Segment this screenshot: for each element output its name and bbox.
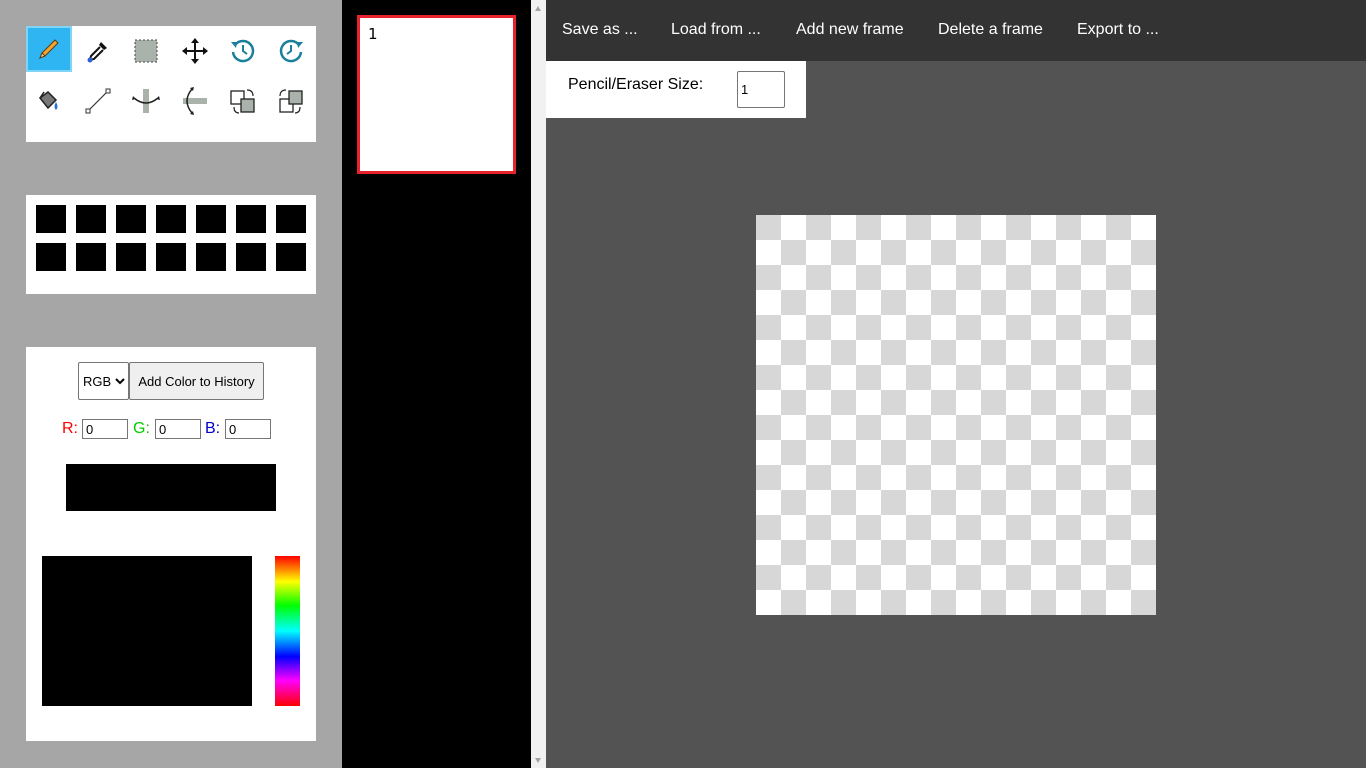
saturation-value-field[interactable] bbox=[42, 556, 252, 706]
frames-column: 1 bbox=[342, 0, 531, 768]
blue-channel-input[interactable] bbox=[225, 419, 271, 439]
history-swatch[interactable] bbox=[196, 243, 226, 271]
flip-horizontal-tool-button[interactable] bbox=[172, 78, 218, 124]
menu-bar: Save as ... Load from ... Add new frame … bbox=[546, 0, 1366, 61]
green-channel-label: G: bbox=[133, 420, 150, 437]
history-swatch[interactable] bbox=[36, 205, 66, 233]
load-from-menu-item[interactable]: Load from ... bbox=[671, 21, 761, 39]
color-history-panel bbox=[26, 195, 316, 294]
green-channel-input[interactable] bbox=[155, 419, 201, 439]
eyedropper-tool-button[interactable] bbox=[75, 28, 121, 74]
swap-tool-button[interactable] bbox=[220, 78, 266, 124]
move-arrows-icon bbox=[182, 38, 208, 64]
line-tool-button[interactable] bbox=[75, 78, 121, 124]
line-icon bbox=[85, 88, 111, 114]
pencil-tool-button[interactable] bbox=[26, 26, 72, 72]
history-swatch[interactable] bbox=[236, 243, 266, 271]
drawing-canvas[interactable] bbox=[756, 215, 1156, 615]
add-color-to-history-button[interactable]: Add Color to History bbox=[129, 362, 264, 400]
red-channel-label: R: bbox=[62, 420, 78, 437]
history-swatch[interactable] bbox=[196, 205, 226, 233]
eyedropper-icon bbox=[87, 42, 107, 63]
fill-tool-button[interactable] bbox=[26, 78, 72, 124]
history-swatch[interactable] bbox=[36, 243, 66, 271]
swap-layers-icon bbox=[230, 89, 255, 114]
history-swatch[interactable] bbox=[76, 243, 106, 271]
swap-layers-alt-icon bbox=[279, 89, 303, 114]
frame-thumbnail[interactable]: 1 bbox=[357, 15, 516, 174]
history-swatch[interactable] bbox=[156, 243, 186, 271]
rotate-left-tool-button[interactable] bbox=[220, 28, 266, 74]
select-tool-button[interactable] bbox=[123, 28, 169, 74]
pencil-icon bbox=[39, 39, 59, 59]
frame-number: 1 bbox=[368, 25, 378, 43]
scroll-down-arrow-icon[interactable] bbox=[535, 758, 541, 763]
move-tool-button[interactable] bbox=[172, 28, 218, 74]
rotate-counterclockwise-icon bbox=[231, 39, 255, 63]
add-new-frame-menu-item[interactable]: Add new frame bbox=[796, 21, 904, 39]
flip-horizontal-icon bbox=[183, 87, 207, 115]
hue-slider[interactable] bbox=[275, 556, 300, 706]
scroll-up-arrow-icon[interactable] bbox=[535, 6, 541, 11]
paint-bucket-icon bbox=[38, 91, 58, 110]
marquee-select-icon bbox=[134, 39, 158, 63]
history-swatch[interactable] bbox=[276, 243, 306, 271]
export-to-menu-item[interactable]: Export to ... bbox=[1077, 21, 1159, 39]
rotate-right-tool-button[interactable] bbox=[268, 28, 314, 74]
flip-vertical-icon bbox=[132, 89, 160, 113]
flip-vertical-tool-button[interactable] bbox=[123, 78, 169, 124]
history-swatch[interactable] bbox=[276, 205, 306, 233]
red-channel-input[interactable] bbox=[82, 419, 128, 439]
workspace: Save as ... Load from ... Add new frame … bbox=[546, 0, 1366, 768]
history-swatch[interactable] bbox=[236, 205, 266, 233]
scrollbar[interactable] bbox=[531, 0, 546, 768]
history-swatch[interactable] bbox=[116, 243, 146, 271]
pencil-size-input[interactable] bbox=[737, 71, 785, 108]
pencil-size-panel: Pencil/Eraser Size: bbox=[546, 61, 806, 118]
save-as-menu-item[interactable]: Save as ... bbox=[562, 21, 638, 39]
blue-channel-label: B: bbox=[205, 420, 221, 437]
tools-panel bbox=[26, 26, 316, 142]
current-color-preview bbox=[66, 464, 276, 511]
color-picker-panel: RGB Add Color to History R: G: B: bbox=[26, 347, 316, 741]
history-swatch[interactable] bbox=[156, 205, 186, 233]
delete-frame-menu-item[interactable]: Delete a frame bbox=[938, 21, 1043, 39]
pencil-size-label: Pencil/Eraser Size: bbox=[568, 76, 704, 93]
color-mode-select[interactable]: RGB bbox=[78, 362, 129, 400]
history-swatch[interactable] bbox=[116, 205, 146, 233]
rotate-clockwise-icon bbox=[279, 39, 303, 63]
swap-alt-tool-button[interactable] bbox=[268, 78, 314, 124]
history-swatch[interactable] bbox=[76, 205, 106, 233]
